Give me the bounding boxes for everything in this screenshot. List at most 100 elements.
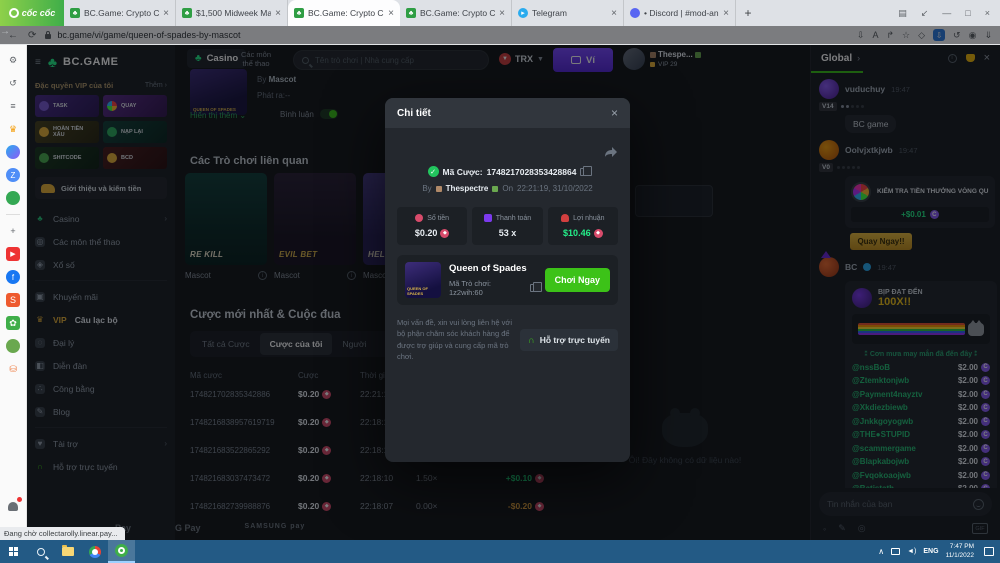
system-tray: ∧ ◄) ENG 7:47 PM11/1/2022 bbox=[878, 543, 1000, 561]
volume-icon[interactable]: ◄) bbox=[907, 548, 916, 555]
close-tab-icon[interactable]: × bbox=[611, 8, 617, 19]
stat-profit: Lợi nhuận $10.46◆ bbox=[548, 207, 618, 245]
coccoc-taskbar-icon[interactable] bbox=[108, 540, 135, 563]
bet-stats-row: Số tiền $0.20◆ Thanh toán 53 x Lợi nhuận… bbox=[397, 207, 618, 245]
token-gem-icon: ◆ bbox=[440, 229, 449, 238]
bell-icon bbox=[8, 502, 18, 511]
bet-author-name[interactable]: Thespectre bbox=[446, 184, 489, 193]
maximize-button[interactable]: □ bbox=[965, 8, 970, 18]
vip-crown-icon[interactable]: ♛ bbox=[6, 122, 20, 136]
profit-chip-icon bbox=[561, 214, 569, 222]
bcgame-favicon: ♣ bbox=[182, 8, 192, 18]
send-to-device-icon[interactable]: ↙ bbox=[921, 8, 929, 19]
headset-icon: ∩ bbox=[528, 335, 535, 345]
divider bbox=[6, 214, 20, 215]
game-title: Queen of Spades bbox=[449, 263, 537, 274]
start-button[interactable] bbox=[0, 540, 27, 563]
browser-tab-strip: cốc cốc ♣BC.Game: Crypto Casino Gam× ♣$1… bbox=[0, 0, 1000, 26]
tab-discord[interactable]: • Discord | #mod-announc× bbox=[624, 0, 736, 26]
bet-author-row: By Thespectre On 22:21:19, 31/10/2022 bbox=[397, 184, 618, 193]
minimize-button[interactable]: — bbox=[942, 8, 951, 18]
modal-help-row: Mọi vấn đề, xin vui lòng liên hệ với bộ … bbox=[397, 317, 618, 362]
share-row bbox=[397, 146, 618, 158]
close-tab-icon[interactable]: × bbox=[388, 8, 394, 19]
bet-id-row: ✓ Mã Cược: 1748217028353428864 bbox=[397, 166, 618, 177]
history-icon[interactable]: ↺ bbox=[6, 76, 20, 90]
close-tab-icon[interactable]: × bbox=[163, 8, 169, 19]
taskbar-search-icon[interactable] bbox=[27, 540, 54, 563]
tab-bcgame-1[interactable]: ♣BC.Game: Crypto Casino Gam× bbox=[64, 0, 176, 26]
shopping-cart-icon[interactable]: ⛁ bbox=[6, 362, 20, 376]
youtube-icon[interactable]: ▶ bbox=[6, 247, 20, 261]
shopee-icon[interactable]: S bbox=[6, 293, 20, 307]
address-bar: ← → ⟳ bc.game/vi/game/queen-of-spades-by… bbox=[0, 26, 1000, 45]
telegram-favicon: ▸ bbox=[518, 8, 528, 18]
verified-icon: ✓ bbox=[428, 166, 439, 177]
window-controls: ▤ ↙ — □ × bbox=[888, 0, 1000, 26]
chrome-icon[interactable] bbox=[81, 540, 108, 563]
close-window-button[interactable]: × bbox=[985, 8, 990, 18]
game-thumbnail[interactable]: QUEEN OF SPADES bbox=[405, 262, 441, 298]
share-arrow-icon[interactable] bbox=[604, 146, 618, 158]
modal-close-icon[interactable]: × bbox=[611, 106, 618, 120]
bet-datetime: 22:21:19, 31/10/2022 bbox=[517, 184, 593, 193]
game-code: Mã Trò chơi: 1z2wih:60 bbox=[449, 279, 525, 297]
modal-game-card: QUEEN OF SPADES Queen of Spades Mã Trò c… bbox=[397, 255, 618, 305]
copy-icon[interactable] bbox=[530, 284, 537, 292]
coccoc-logo-icon bbox=[9, 8, 19, 18]
messenger-icon[interactable] bbox=[6, 145, 20, 159]
play-now-button[interactable]: Chơi Ngay bbox=[545, 268, 610, 292]
token-gem-icon: ◆ bbox=[594, 229, 603, 238]
facebook-icon[interactable]: f bbox=[6, 270, 20, 284]
browser-status-text: Đang chờ collectarolly.linear.pay... bbox=[0, 527, 125, 540]
games-gamepad-icon[interactable] bbox=[6, 191, 20, 205]
sidebar-toggle-icon[interactable]: ▤ bbox=[898, 8, 907, 19]
coccoc-sidebar: ⚙ ↺ ≡ ♛ Z + ▶ f S ✿ ⛁ ⋯ bbox=[0, 45, 27, 540]
add-shortcut-icon[interactable]: + bbox=[6, 224, 20, 238]
close-tab-icon[interactable]: × bbox=[275, 8, 281, 19]
user-badge-icon bbox=[436, 186, 442, 192]
screen: cốc cốc ♣BC.Game: Crypto Casino Gam× ♣$1… bbox=[0, 0, 1000, 563]
newsfeed-icon[interactable]: ≡ bbox=[6, 99, 20, 113]
windows-taskbar: ∧ ◄) ENG 7:47 PM11/1/2022 bbox=[0, 540, 1000, 563]
payout-wallet-icon bbox=[484, 214, 492, 222]
forward-icon[interactable]: → bbox=[0, 26, 1000, 44]
language-indicator[interactable]: ENG bbox=[923, 548, 938, 555]
file-explorer-icon[interactable] bbox=[54, 540, 81, 563]
bcgame-favicon: ♣ bbox=[70, 8, 80, 18]
tab-bcgame-2[interactable]: ♣BC.Game: Crypto Casino Gam× bbox=[400, 0, 512, 26]
clock[interactable]: 7:47 PM11/1/2022 bbox=[946, 543, 974, 561]
notifications-bell-icon[interactable] bbox=[6, 499, 20, 513]
tab-mascot-promo[interactable]: ♣$1,500 Midweek Mascot Mul× bbox=[176, 0, 288, 26]
modal-title: Chi tiết bbox=[397, 108, 611, 119]
modal-header: Chi tiết × bbox=[385, 98, 630, 128]
close-tab-icon[interactable]: × bbox=[499, 8, 505, 19]
tab-telegram[interactable]: ▸Telegram× bbox=[512, 0, 624, 26]
stat-amount: Số tiền $0.20◆ bbox=[397, 207, 467, 245]
coccoc-logo: cốc cốc bbox=[0, 0, 64, 26]
new-tab-button[interactable]: + bbox=[736, 0, 760, 26]
settings-gear-icon[interactable]: ⚙ bbox=[6, 53, 20, 67]
close-tab-icon[interactable]: × bbox=[723, 8, 729, 19]
network-icon[interactable] bbox=[891, 548, 900, 555]
live-support-button[interactable]: ∩ Hỗ trợ trực tuyến bbox=[520, 329, 618, 351]
browser-content: ⚙ ↺ ≡ ♛ Z + ▶ f S ✿ ⛁ ⋯ ≡ ♣ B bbox=[0, 45, 1000, 540]
tab-bcgame-active[interactable]: ♣BC.Game: Crypto Casino Gam× bbox=[288, 0, 400, 26]
coccoc-brand-text: cốc cốc bbox=[22, 8, 56, 18]
nav-arrows: ← → ⟳ bbox=[8, 30, 36, 41]
bcgame-favicon: ♣ bbox=[406, 8, 416, 18]
stat-payout: Thanh toán 53 x bbox=[472, 207, 542, 245]
notification-dot bbox=[17, 497, 22, 502]
promo-icon[interactable] bbox=[6, 339, 20, 353]
amount-gem-icon bbox=[415, 214, 423, 222]
tray-expand-icon[interactable]: ∧ bbox=[878, 547, 884, 556]
browser-tabs: ♣BC.Game: Crypto Casino Gam× ♣$1,500 Mid… bbox=[64, 0, 888, 26]
garden-icon[interactable]: ✿ bbox=[6, 316, 20, 330]
copy-icon[interactable] bbox=[580, 168, 587, 176]
discord-favicon bbox=[630, 8, 640, 18]
action-center-icon[interactable] bbox=[984, 547, 994, 556]
help-text: Mọi vấn đề, xin vui lòng liên hệ với bộ … bbox=[397, 317, 512, 362]
bcgame-favicon: ♣ bbox=[294, 8, 304, 18]
zalo-icon[interactable]: Z bbox=[6, 168, 20, 182]
bet-id-value[interactable]: 1748217028353428864 bbox=[487, 167, 577, 177]
